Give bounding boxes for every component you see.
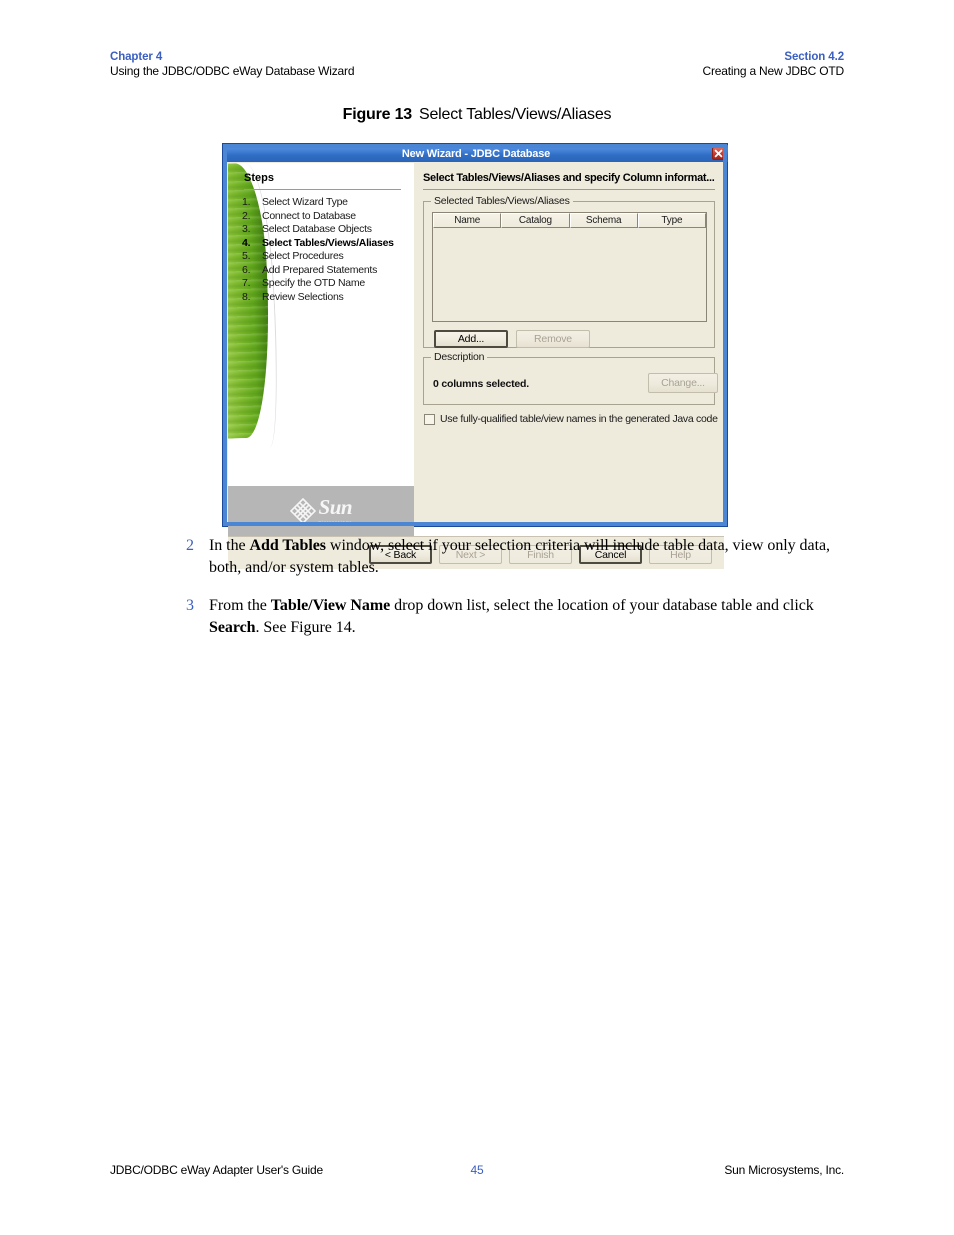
column-header-name[interactable]: Name bbox=[433, 213, 502, 228]
step-label: Add Prepared Statements bbox=[262, 263, 378, 276]
header-right-block: Section 4.2 Creating a New JDBC OTD bbox=[702, 50, 845, 79]
step-item-8: 8. Review Selections bbox=[242, 291, 414, 305]
dialog-titlebar[interactable]: New Wizard - JDBC Database bbox=[224, 145, 728, 162]
add-button[interactable]: Add... bbox=[434, 330, 508, 348]
add-button-label: Add... bbox=[457, 333, 485, 345]
table-header-row: Name Catalog Schema Type bbox=[433, 213, 706, 228]
step-number: 8. bbox=[242, 290, 251, 303]
selected-tables-groupbox: Selected Tables/Views/Aliases Name Catal… bbox=[423, 195, 715, 348]
dialog-title: New Wizard - JDBC Database bbox=[401, 147, 551, 160]
description-status-text: 0 columns selected. bbox=[433, 378, 529, 390]
close-icon[interactable] bbox=[712, 147, 725, 160]
footer-guide-title: JDBC/ODBC eWay Adapter User's Guide bbox=[110, 1163, 323, 1177]
instruction-list: 2 In the Add Tables window, select if yo… bbox=[186, 535, 846, 655]
change-button: Change... bbox=[648, 373, 718, 393]
step-number: 5. bbox=[242, 250, 251, 262]
header-left-block: Chapter 4 Using the JDBC/ODBC eWay Datab… bbox=[110, 50, 355, 79]
selected-tables-group-title: Selected Tables/Views/Aliases bbox=[431, 195, 573, 207]
selected-tables-table[interactable]: Name Catalog Schema Type bbox=[432, 212, 707, 322]
remove-button: Remove bbox=[516, 330, 590, 348]
steps-heading-rule bbox=[244, 189, 401, 190]
steps-panel: Steps 1. Select Wizard Type 2. Connect t… bbox=[228, 163, 414, 486]
step-item-6: 6. Add Prepared Statements bbox=[242, 264, 414, 278]
sun-logo-panel: Sun microsystems bbox=[228, 486, 414, 536]
description-group-title: Description bbox=[431, 351, 488, 363]
step-label: Review Selections bbox=[262, 290, 344, 303]
header-section-subtitle: Creating a New JDBC OTD bbox=[702, 64, 845, 78]
sun-subtext: microsystems bbox=[318, 520, 353, 524]
checkbox-icon[interactable] bbox=[424, 413, 435, 425]
column-header-catalog[interactable]: Catalog bbox=[501, 213, 570, 228]
steps-list: 1. Select Wizard Type 2. Connect to Data… bbox=[242, 196, 414, 304]
sun-diamond-icon bbox=[289, 498, 316, 524]
figure-title: Select Tables/Views/Aliases bbox=[419, 106, 612, 123]
step-label: Select Wizard Type bbox=[262, 196, 348, 208]
step-number: 3. bbox=[242, 223, 251, 235]
wizard-dialog: New Wizard - JDBC Database Steps 1. Sele… bbox=[222, 143, 728, 569]
dialog-body: Steps 1. Select Wizard Type 2. Connect t… bbox=[228, 163, 724, 569]
sun-wordmark-block: Sun microsystems bbox=[318, 495, 353, 525]
change-button-label: Change... bbox=[661, 377, 705, 389]
step-number: 2. bbox=[242, 209, 251, 222]
step-item-7: 7. Specify the OTD Name bbox=[242, 277, 414, 291]
page-footer: JDBC/ODBC eWay Adapter User's Guide 45 S… bbox=[110, 1163, 844, 1177]
column-header-schema[interactable]: Schema bbox=[569, 213, 638, 228]
sun-logo: Sun microsystems bbox=[289, 495, 353, 525]
step-item-1: 1. Select Wizard Type bbox=[242, 196, 414, 210]
page-header: Chapter 4 Using the JDBC/ODBC eWay Datab… bbox=[110, 50, 844, 79]
step-label: Specify the OTD Name bbox=[262, 277, 365, 289]
list-item: 2 In the Add Tables window, select if yo… bbox=[186, 535, 846, 579]
step-item-4-current: 4. Select Tables/Views/Aliases bbox=[242, 237, 414, 251]
step-label: Select Database Objects bbox=[262, 223, 372, 235]
step-number: 1. bbox=[242, 196, 251, 208]
figure-number: Figure 13 bbox=[342, 106, 413, 123]
list-item-text: In the Add Tables window, select if your… bbox=[209, 537, 830, 576]
header-section-label: Section 4.2 bbox=[784, 51, 844, 63]
step-label: Select Procedures bbox=[262, 250, 344, 262]
list-item-text: From the Table/View Name drop down list,… bbox=[209, 597, 814, 636]
step-item-5: 5. Select Procedures bbox=[242, 250, 414, 264]
table-body-empty[interactable] bbox=[433, 228, 706, 321]
remove-button-label: Remove bbox=[534, 333, 572, 345]
list-item-number: 3 bbox=[186, 597, 194, 614]
content-panel: Select Tables/Views/Aliases and specify … bbox=[414, 163, 724, 486]
fully-qualified-names-label: Use fully-qualified table/view names in … bbox=[440, 413, 718, 425]
description-groupbox: Description 0 columns selected. Change..… bbox=[423, 351, 718, 405]
sun-wordmark: Sun bbox=[318, 495, 353, 519]
panel-heading: Select Tables/Views/Aliases and specify … bbox=[423, 172, 715, 184]
step-number: 4. bbox=[242, 236, 251, 249]
steps-heading: Steps bbox=[244, 172, 274, 184]
list-item-number: 2 bbox=[186, 537, 194, 554]
step-number: 7. bbox=[242, 277, 251, 289]
step-item-2: 2. Connect to Database bbox=[242, 210, 414, 224]
list-item: 3 From the Table/View Name drop down lis… bbox=[186, 595, 846, 639]
figure-caption: Figure 13 Select Tables/Views/Aliases bbox=[0, 106, 954, 124]
header-chapter-subtitle: Using the JDBC/ODBC eWay Database Wizard bbox=[110, 64, 355, 78]
fully-qualified-names-checkbox-row[interactable]: Use fully-qualified table/view names in … bbox=[424, 413, 718, 425]
footer-page-number: 45 bbox=[470, 1163, 484, 1177]
column-header-type[interactable]: Type bbox=[637, 213, 706, 228]
footer-company: Sun Microsystems, Inc. bbox=[724, 1163, 845, 1177]
step-number: 6. bbox=[242, 263, 251, 276]
step-label: Connect to Database bbox=[262, 209, 356, 222]
step-label: Select Tables/Views/Aliases bbox=[262, 236, 394, 249]
header-chapter-label: Chapter 4 bbox=[110, 51, 163, 63]
step-item-3: 3. Select Database Objects bbox=[242, 223, 414, 237]
panel-heading-rule bbox=[423, 189, 715, 190]
